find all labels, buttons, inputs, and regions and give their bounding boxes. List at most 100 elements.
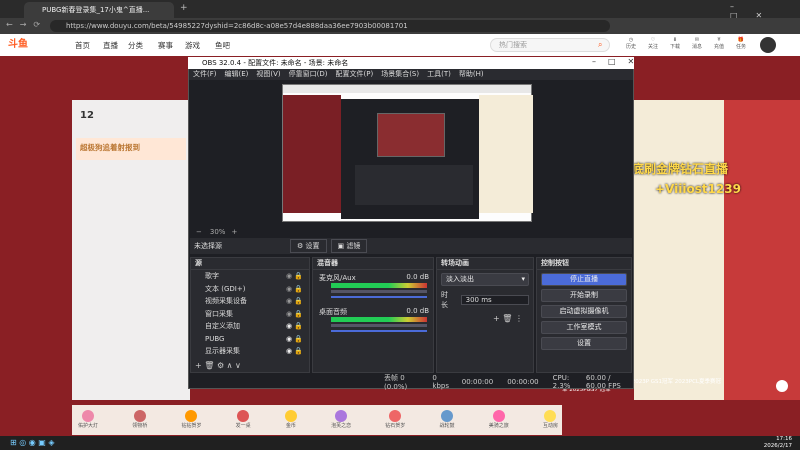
start-recording-button[interactable]: 开始录制: [541, 289, 627, 302]
menu-view[interactable]: 视图(V): [256, 69, 280, 80]
source-item[interactable]: 视频采集设备 ◉ 🔒: [191, 295, 309, 308]
transitions-header: 转场动画: [437, 258, 533, 270]
menu-tools[interactable]: 工具(T): [427, 69, 451, 80]
menu-profile[interactable]: 配置文件(P): [336, 69, 374, 80]
nav-events[interactable]: 赛事: [158, 40, 173, 51]
gift-item[interactable]: 金币: [284, 410, 297, 429]
menu-file[interactable]: 文件(F): [193, 69, 217, 80]
record-time: 00:00:00: [507, 377, 539, 386]
taskbar-apps[interactable]: ⊞ ◎ ◉ ▣ ◈: [10, 438, 55, 447]
zoom-out-icon[interactable]: −: [196, 228, 202, 236]
stream-time: 00:00:00: [461, 377, 494, 386]
browser-tab[interactable]: PUBG新春登录集_17小鬼^直播...: [24, 2, 174, 18]
source-item[interactable]: 自定义添加 ◉ 🔒: [191, 320, 309, 333]
search-input[interactable]: 热门搜索: [490, 38, 610, 52]
mixer-header: 混音器: [313, 258, 433, 270]
obs-menu-bar: 文件(F) 编辑(E) 视图(V) 停靠窗口(D) 配置文件(P) 场景集合(S…: [189, 69, 633, 80]
menu-scene-collection[interactable]: 场景集合(S): [381, 69, 419, 80]
obs-window-controls[interactable]: –□✕: [592, 57, 646, 66]
bitrate: 0 kbps: [432, 373, 449, 390]
avatar[interactable]: [760, 37, 776, 53]
stream-title-bar: 超极狗追着射报到: [76, 138, 186, 160]
duration-input[interactable]: 300 ms: [460, 295, 529, 305]
controls-header: 控制按钮: [537, 258, 631, 270]
preview-obs-nested: [341, 99, 479, 219]
nav-category[interactable]: 分类: [128, 40, 143, 51]
download-icon[interactable]: ⬇ 下载: [664, 37, 686, 55]
mixer-channel: 麦克风/Aux 0.0 dB: [313, 270, 433, 304]
url-field[interactable]: https://www.douyu.com/beta/54985227dyshi…: [50, 20, 610, 32]
gift-item[interactable]: 泡芙之恋: [331, 410, 351, 429]
obs-title-bar: OBS 32.0.4 - 配置文件: 未命名 - 场景: 未命名: [188, 57, 634, 69]
zoom-in-icon[interactable]: +: [231, 228, 237, 236]
source-item[interactable]: 歌字 ◉ 🔒: [191, 270, 309, 283]
fps-display: 60.00 / 60.00 FPS: [585, 373, 621, 390]
history-icon[interactable]: ◷ 历史: [620, 37, 642, 55]
sources-dock: 源 歌字 ◉ 🔒 文本 (GDI+) ◉ 🔒 视频采集设备 ◉ 🔒 窗口采集 ◉ 🔒 自…: [190, 257, 310, 373]
source-item[interactable]: 窗口采集 ◉ 🔒: [191, 308, 309, 321]
transitions-dock: 转场动画 淡入淡出 ▾ 时长 300 ms + 🗑 ⋮: [436, 257, 534, 373]
virtual-camera-button[interactable]: 启动虚拟摄像机: [541, 305, 627, 318]
chat-panel: [634, 100, 724, 400]
obs-preview[interactable]: [282, 84, 533, 222]
properties-button[interactable]: ⚙ 设置: [290, 239, 327, 253]
settings-button[interactable]: 设置: [541, 337, 627, 350]
overlay-line2: +Viiiost1239: [655, 182, 741, 196]
studio-mode-button[interactable]: 工作室模式: [541, 321, 627, 334]
gift-item[interactable]: 战轮鼓: [440, 410, 455, 429]
overlay-line1: 年底刷金牌钻石直播: [620, 162, 729, 176]
nav-arrows-icon[interactable]: ←→⟳: [6, 20, 47, 29]
search-placeholder: 热门搜索: [499, 41, 527, 49]
cpu-usage: CPU: 2.3%: [552, 373, 571, 390]
gift-item[interactable]: 佑护大灯: [78, 410, 98, 429]
zoom-level: 30%: [209, 228, 226, 236]
recharge-icon[interactable]: ¥ 充值: [708, 37, 730, 55]
search-icon[interactable]: ⌕: [598, 40, 602, 50]
source-toolbar: 未选择源 ⚙ 设置 ▣ 滤镜: [190, 238, 632, 254]
filters-button[interactable]: ▣ 滤镜: [330, 239, 368, 253]
preview-page-right: [479, 95, 533, 213]
source-item[interactable]: 显示器采集 ◉ 🔒: [191, 345, 309, 358]
stream-title: 超极狗追着射报到: [80, 143, 140, 152]
message-icon[interactable]: ✉ 消息: [686, 37, 708, 55]
level-count: 12: [80, 110, 94, 121]
new-tab-icon[interactable]: +: [180, 3, 188, 13]
menu-docks[interactable]: 停靠窗口(D): [289, 69, 328, 80]
transition-select[interactable]: 淡入淡出 ▾: [441, 273, 529, 286]
source-actions[interactable]: + 🗑 ⚙ ∧ ∨: [195, 361, 241, 370]
transition-actions[interactable]: + 🗑 ⋮: [493, 314, 533, 323]
duration-row: 时长 300 ms: [441, 290, 529, 310]
gift-item[interactable]: 互动房: [543, 410, 558, 429]
nav-home[interactable]: 首页: [75, 40, 90, 51]
obs-status-bar: 丢帧 0 (0.0%) 0 kbps 00:00:00 00:00:00 CPU…: [190, 373, 632, 391]
source-item[interactable]: PUBG ◉ 🔒: [191, 333, 309, 346]
source-item[interactable]: 文本 (GDI+) ◉ 🔒: [191, 283, 309, 296]
dropped-frames: 丢帧 0 (0.0%): [384, 373, 408, 391]
side-banner: [724, 100, 800, 400]
menu-edit[interactable]: 编辑(E): [225, 69, 249, 80]
controls-dock: 控制按钮 停止直播 开始录制 启动虚拟摄像机 工作室模式 设置: [536, 257, 632, 373]
site-logo[interactable]: 斗鱼: [8, 37, 53, 53]
tab-title: PUBG新春登录集_17小鬼^直播...: [42, 6, 150, 14]
nav-games[interactable]: 游戏: [185, 40, 200, 51]
gift-item[interactable]: 美骑之旅: [489, 410, 509, 429]
task-icon[interactable]: 🎁 任务: [730, 37, 752, 55]
preview-browser-bar: [283, 85, 531, 93]
duration-label: 时长: [441, 291, 448, 309]
gift-item[interactable]: 发一桌: [236, 410, 251, 429]
nav-fishbar[interactable]: 鱼吧: [215, 40, 230, 51]
follow-icon[interactable]: ♡ 关注: [642, 37, 664, 55]
mixer-channel: 桌面音频 0.0 dB: [313, 304, 433, 338]
mixer-dock: 混音器 麦克风/Aux 0.0 dB 桌面音频 0.0 dB: [312, 257, 434, 373]
preview-page-left: [283, 95, 341, 213]
nav-live[interactable]: 直播: [103, 40, 118, 51]
clock[interactable]: 17:16 2026/2/17: [742, 436, 792, 450]
gift-item[interactable]: 领物桥: [132, 410, 147, 429]
url-text: https://www.douyu.com/beta/54985227dyshi…: [66, 22, 408, 30]
gift-item[interactable]: 钻石贺岁: [385, 410, 405, 429]
menu-help[interactable]: 帮助(H): [459, 69, 484, 80]
stop-streaming-button[interactable]: 停止直播: [541, 273, 627, 286]
help-icon[interactable]: [776, 380, 788, 392]
gift-item[interactable]: 钻钻贺岁: [181, 410, 201, 429]
scale-row: − 30% +: [190, 227, 632, 237]
